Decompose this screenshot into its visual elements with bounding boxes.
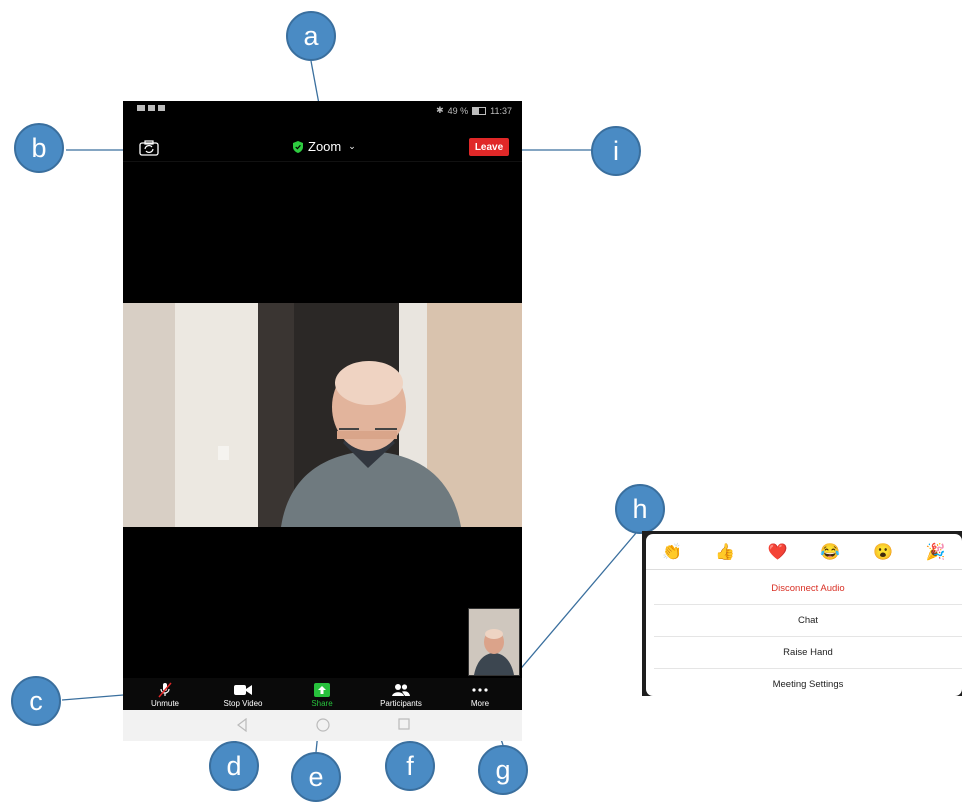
reaction-heart[interactable]: ❤️ [768,542,788,562]
callout-f: f [385,741,435,791]
share-arrow-icon [314,683,330,697]
chat-item[interactable]: Chat [654,605,962,637]
self-view-image [469,609,519,675]
nav-back-icon[interactable] [236,718,248,732]
switch-camera-button[interactable] [138,139,160,157]
raise-hand-item[interactable]: Raise Hand [654,637,962,669]
meeting-settings-item[interactable]: Meeting Settings [654,669,962,696]
clock: 11:37 [490,105,512,116]
leave-button[interactable]: Leave [469,138,509,156]
callout-d: d [209,741,259,791]
reaction-joy[interactable]: 😂 [820,542,840,562]
reaction-surprised[interactable]: 😮 [873,542,893,562]
battery-icon [472,106,487,115]
status-icons-right: ✱ 49 % 11:37 [436,105,512,116]
participant-video-image [123,303,522,527]
status-bar: ✱ 49 % 11:37 [123,101,522,119]
android-nav-bar [123,710,522,741]
meeting-header: Zoom ⌄ Leave [123,135,522,162]
meeting-title-dropdown[interactable]: Zoom ⌄ [293,139,356,154]
signal-icon [158,105,165,111]
participants-button[interactable]: Participants [366,682,436,708]
camera-status-icon [148,105,155,111]
self-view-thumbnail[interactable] [468,608,520,676]
more-menu-panel: 👏 👍 ❤️ 😂 😮 🎉 Disconnect Audio Chat Raise… [642,531,962,696]
share-button[interactable]: Share [287,682,357,708]
nav-recents-icon[interactable] [398,718,410,730]
phone-frame: ✱ 49 % 11:37 Zoom ⌄ Leave Unmute Stop Vi… [123,101,522,741]
shield-check-icon [293,140,303,153]
reaction-clap[interactable]: 👏 [662,542,682,562]
meeting-toolbar: Unmute Stop Video Share Participants Mor… [123,678,522,710]
main-video-feed [123,303,522,527]
share-label: Share [311,699,333,708]
participants-icon [392,684,410,696]
callout-a: a [286,11,336,61]
stop-video-label: Stop Video [223,699,263,708]
stop-video-button[interactable]: Stop Video [208,682,278,708]
reactions-bar: 👏 👍 ❤️ 😂 😮 🎉 [646,534,962,570]
more-menu-list: Disconnect Audio Chat Raise Hand Meeting… [654,573,962,696]
participants-label: Participants [380,699,422,708]
microphone-muted-icon [158,682,172,698]
more-menu-card: 👏 👍 ❤️ 😂 😮 🎉 Disconnect Audio Chat Raise… [646,534,962,696]
callout-b: b [14,123,64,173]
callout-c: c [11,676,61,726]
unmute-button[interactable]: Unmute [130,682,200,708]
bluetooth-icon: ✱ [436,105,444,115]
callout-e: e [291,752,341,802]
more-button[interactable]: More [445,682,515,708]
more-label: More [470,699,490,708]
zoom-meeting-screen: ✱ 49 % 11:37 Zoom ⌄ Leave Unmute Stop Vi… [123,101,522,710]
video-camera-icon [234,685,252,695]
reaction-tada[interactable]: 🎉 [926,542,946,562]
more-dots-icon [472,688,488,692]
battery-percent: 49 % [447,105,469,116]
switch-camera-icon [139,140,159,156]
nav-home-icon[interactable] [316,718,330,732]
callout-h: h [615,484,665,534]
disconnect-audio-item[interactable]: Disconnect Audio [654,573,962,605]
callout-g: g [478,745,528,795]
unmute-label: Unmute [150,699,179,708]
reaction-thumbs-up[interactable]: 👍 [715,542,735,562]
callout-i: i [591,126,641,176]
status-icons-left [137,105,165,111]
wifi-icon [137,105,145,111]
chevron-down-icon: ⌄ [348,141,356,151]
meeting-title: Zoom [308,139,342,154]
